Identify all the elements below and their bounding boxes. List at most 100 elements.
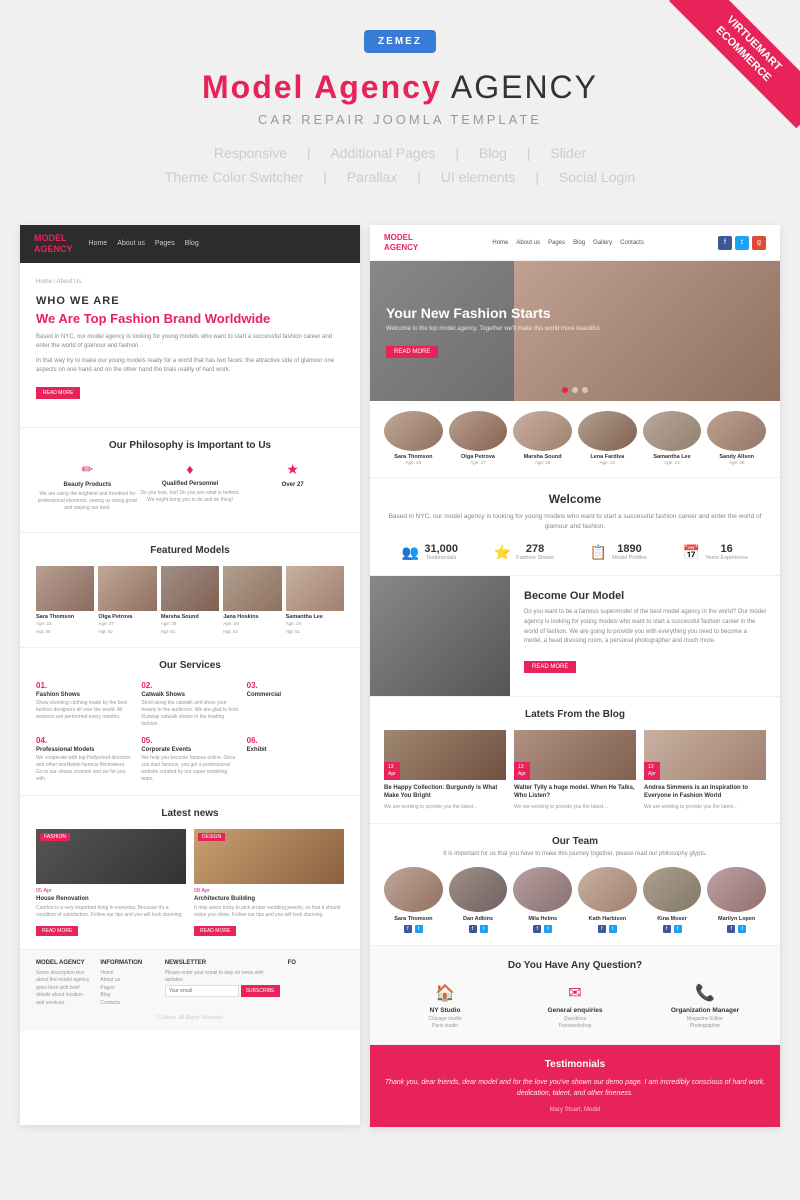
- model-info-1: Age: 23Hgt: 60: [36, 620, 94, 634]
- q-item-manager: 📞 Organization Manager Magazine EditorPh…: [644, 983, 766, 1030]
- googleplus-nav-icon[interactable]: g: [752, 236, 766, 250]
- left-nav-blog: Blog: [185, 240, 199, 247]
- manager-icon: 📞: [644, 983, 766, 1003]
- left-footer: MODEL AGENCY Some description text about…: [20, 949, 360, 1032]
- team-tw-6[interactable]: t: [738, 925, 746, 933]
- right-nav-gallery: Gallery: [593, 240, 612, 246]
- footer-title-1: MODEL AGENCY: [36, 960, 92, 966]
- subscribe-button[interactable]: SUBSCRIBE: [241, 985, 280, 997]
- strip-thumb-2: [449, 411, 508, 451]
- team-fb-2[interactable]: f: [469, 925, 477, 933]
- left-services-title: Our Services: [36, 660, 344, 671]
- model-info-4: Age: 29Hgt: 63: [223, 620, 281, 634]
- left-read-more-btn[interactable]: READ MORE: [36, 387, 80, 399]
- footer-col-2: INFORMATION HomeAbout usPagesBlogContact…: [100, 960, 156, 1008]
- news-headline-1: House Renovation: [36, 896, 186, 902]
- right-nav-pages: Pages: [548, 240, 565, 246]
- become-image: [370, 576, 510, 696]
- left-about-text2: In that way try to make our young models…: [36, 357, 344, 375]
- team-tw-3[interactable]: t: [544, 925, 552, 933]
- testimonials-icon: 👥: [402, 544, 419, 561]
- stat-num-years: 16: [705, 543, 748, 555]
- strip-thumb-1: [384, 411, 443, 451]
- news-badge-1: FASHION: [40, 833, 70, 841]
- service-num-4: 04.: [36, 736, 133, 745]
- right-nav: MODEL AGENCY Home About us Pages Blog Ga…: [370, 225, 780, 261]
- phil-text-qualified: Do you look, but! Do you see what is beh…: [139, 490, 242, 504]
- team-social-6: f t: [707, 925, 766, 933]
- team-fb-1[interactable]: f: [404, 925, 412, 933]
- team-tw-4[interactable]: t: [609, 925, 617, 933]
- years-icon: 📅: [683, 544, 700, 561]
- right-nav-home: Home: [492, 240, 508, 246]
- become-content: Become Our Model Do you want to be a fam…: [510, 576, 780, 696]
- blog-thumb-2: 13 Apr: [514, 730, 636, 780]
- fashion-shows-icon: ⭐: [494, 544, 511, 561]
- team-tw-2[interactable]: t: [480, 925, 488, 933]
- over-icon: ★: [241, 461, 344, 478]
- service-num-1: 01.: [36, 681, 133, 690]
- team-thumb-5: [643, 867, 702, 912]
- strip-model-4: Lena Fardiva Age: 22: [578, 411, 637, 467]
- blog-card-3: 13 Apr Andrea Simmens is an Inspiration …: [644, 730, 766, 811]
- right-question-section: Do You Have Any Question? 🏠 NY Studio Ch…: [370, 946, 780, 1045]
- team-thumb-3: [513, 867, 572, 912]
- qualified-icon: ♦: [139, 461, 242, 477]
- right-nav-about: About us: [516, 240, 540, 246]
- right-welcome-section: Welcome Based in NYC, our model agency i…: [370, 478, 780, 577]
- service-item-2: 02. Catwalk Shows Stroll along the catwa…: [141, 681, 238, 728]
- news-text-2: It may seem tricky to pick proper weddin…: [194, 905, 344, 919]
- service-name-4: Professional Models: [36, 747, 133, 753]
- footer-col-3: NEWSLETTER Please enter your email to st…: [165, 960, 280, 1008]
- hero-title: Your New Fashion Starts: [386, 304, 601, 322]
- testimonials-author: Mary Stuart, Model: [384, 1107, 766, 1113]
- left-philosophy-section: Our Philosophy is Important to Us ✏ Beau…: [20, 427, 360, 532]
- strip-thumb-6: [707, 411, 766, 451]
- team-name-3: Mila Helms: [513, 916, 572, 922]
- team-fb-6[interactable]: f: [727, 925, 735, 933]
- right-nav-logo: MODEL AGENCY: [384, 233, 418, 252]
- service-desc-2: Stroll along the catwalk and show your b…: [141, 700, 238, 728]
- team-tw-5[interactable]: t: [674, 925, 682, 933]
- hero-read-more-button[interactable]: READ MORE: [386, 346, 438, 358]
- news-date-1: 05 Apr: [36, 888, 186, 894]
- hero-dot-2[interactable]: [572, 387, 578, 393]
- footer-title-3: NEWSLETTER: [165, 960, 280, 966]
- team-tw-1[interactable]: t: [415, 925, 423, 933]
- q-item-enquiries: ✉ General enquiries QuestionsParisworksh…: [514, 983, 636, 1030]
- phil-item-over: ★ Over 27: [241, 461, 344, 512]
- team-social-3: f t: [513, 925, 572, 933]
- q-text-enquiries: QuestionsParisworkshop: [514, 1016, 636, 1030]
- news-read-more-2[interactable]: READ MORE: [194, 926, 236, 936]
- left-breadcrumb: Home / About Us: [36, 279, 344, 285]
- model-info-3: Age: 25Hgt: 61: [161, 620, 219, 634]
- right-nav-social: f t g: [718, 236, 766, 250]
- blog-headline-3: Andrea Simmens is an Inspiration to Ever…: [644, 785, 766, 801]
- facebook-nav-icon[interactable]: f: [718, 236, 732, 250]
- news-date-2: 08 Apr: [194, 888, 344, 894]
- strip-info-4: Age: 22: [578, 460, 637, 467]
- team-fb-5[interactable]: f: [663, 925, 671, 933]
- blog-headline-2: Walter Tylly a huge model. When He Talks…: [514, 785, 636, 801]
- footer-text-1: Some description text about the model ag…: [36, 970, 92, 1008]
- team-fb-3[interactable]: f: [533, 925, 541, 933]
- blog-card-1: 13 Apr Be Happy Collection: Burgundy is …: [384, 730, 506, 811]
- become-read-more-button[interactable]: READ MORE: [524, 661, 576, 673]
- news-thumb-1: FASHION: [36, 829, 186, 884]
- service-desc-5: We help you become famous online. Once y…: [141, 755, 238, 783]
- newsletter-input[interactable]: [165, 985, 239, 997]
- left-news-title: Latest news: [36, 808, 344, 819]
- hero-dot-3[interactable]: [582, 387, 588, 393]
- twitter-nav-icon[interactable]: t: [735, 236, 749, 250]
- hero-dot-1[interactable]: [562, 387, 568, 393]
- blog-text-1: We are working to provide you the latest…: [384, 804, 506, 811]
- strip-model-2: Olga Petrova Age: 27: [449, 411, 508, 467]
- team-fb-4[interactable]: f: [598, 925, 606, 933]
- team-card-4: Kath Harbison f t: [578, 867, 637, 933]
- service-item-6: 06. Exhibit: [247, 736, 344, 783]
- news-read-more-1[interactable]: READ MORE: [36, 926, 78, 936]
- left-nav: MODEL AGENCY Home About us Pages Blog: [20, 225, 360, 263]
- beauty-icon: ✏: [36, 461, 139, 478]
- team-name-1: Sara Thomson: [384, 916, 443, 922]
- strip-model-3: Marsha Sound Age: 25: [513, 411, 572, 467]
